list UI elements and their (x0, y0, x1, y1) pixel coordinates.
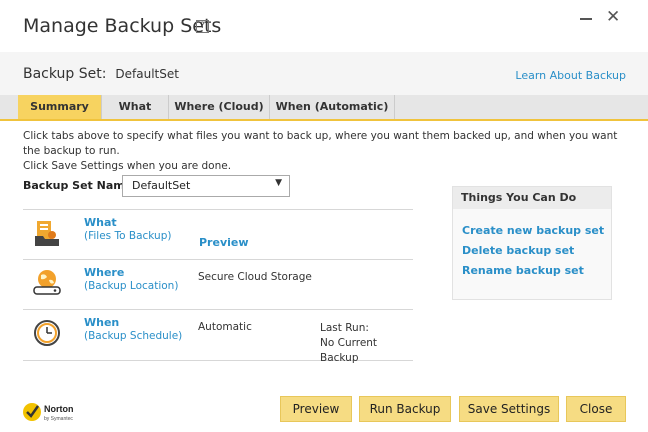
instructions-line1: Click tabs above to specify what files y… (23, 130, 618, 157)
tab-what[interactable]: What (102, 95, 169, 119)
last-run-label: Last Run: (320, 322, 369, 334)
what-row: What (Files To Backup) Preview (23, 209, 413, 260)
where-value: Secure Cloud Storage (198, 271, 312, 283)
where-subtitle[interactable]: (Backup Location) (84, 280, 178, 292)
delete-backup-set-link[interactable]: Delete backup set (462, 244, 574, 257)
clock-icon (34, 320, 60, 346)
brand-sub: by Symantec (44, 416, 73, 422)
panel-title: Things You Can Do (453, 187, 611, 209)
tab-where[interactable]: Where (Cloud) (169, 95, 270, 119)
where-row: Where (Backup Location) Secure Cloud Sto… (23, 259, 413, 310)
dropdown-value: DefaultSet (132, 179, 191, 192)
where-title[interactable]: Where (84, 266, 124, 279)
last-run: Last Run: No Current Backup (320, 321, 413, 366)
brand-name: Norton (44, 404, 74, 414)
close-icon[interactable]: ✕ (606, 7, 620, 27)
backup-set-prefix: Backup Set: (23, 66, 107, 82)
when-title[interactable]: When (84, 316, 119, 329)
when-row: When (Backup Schedule) Automatic Last Ru… (23, 309, 413, 364)
minimize-icon[interactable] (580, 18, 592, 20)
preview-button[interactable]: Preview (280, 396, 352, 422)
backup-set-header: Backup Set: DefaultSet Learn About Backu… (0, 52, 648, 95)
tab-summary[interactable]: Summary (18, 95, 102, 119)
norton-logo: Norton by Symantec (23, 403, 74, 422)
tab-bar: Summary What Where (Cloud) When (Automat… (0, 95, 648, 121)
things-you-can-do-panel: Things You Can Do Create new backup set … (452, 186, 612, 300)
backup-set-label: Backup Set: DefaultSet (23, 66, 179, 82)
create-backup-set-link[interactable]: Create new backup set (462, 224, 604, 237)
title-bar: Manage Backup Sets ? ✕ (0, 0, 648, 52)
run-backup-button[interactable]: Run Backup (359, 396, 451, 422)
what-subtitle[interactable]: (Files To Backup) (84, 230, 171, 242)
what-title[interactable]: What (84, 216, 117, 229)
backup-set-name: DefaultSet (115, 67, 179, 81)
instructions-line2: Click Save Settings when you are done. (23, 160, 232, 172)
preview-link[interactable]: Preview (199, 236, 249, 249)
globe-drive-icon (33, 270, 61, 295)
last-run-value: No Current Backup (320, 337, 378, 364)
instructions: Click tabs above to specify what files y… (23, 129, 633, 174)
window-title: Manage Backup Sets (23, 15, 222, 37)
chevron-down-icon: ▼ (275, 178, 282, 188)
when-value: Automatic (198, 321, 252, 333)
files-icon (35, 221, 59, 246)
backup-set-dropdown[interactable]: DefaultSet ▼ (122, 175, 290, 197)
close-button[interactable]: Close (566, 396, 626, 422)
tab-when[interactable]: When (Automatic) (270, 95, 395, 119)
learn-about-backup-link[interactable]: Learn About Backup (515, 69, 626, 82)
save-settings-button[interactable]: Save Settings (459, 396, 559, 422)
help-icon[interactable]: ? (196, 20, 209, 33)
when-subtitle[interactable]: (Backup Schedule) (84, 330, 182, 342)
rename-backup-set-link[interactable]: Rename backup set (462, 264, 584, 277)
backup-set-name-label: Backup Set Name: (23, 179, 137, 192)
